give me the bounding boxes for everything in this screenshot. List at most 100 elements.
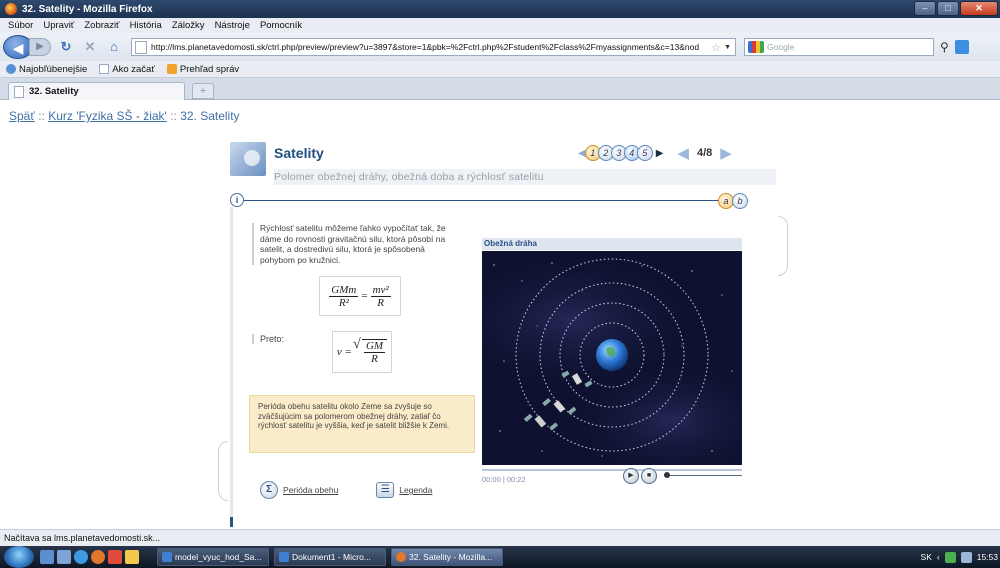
breadcrumb: Späť :: Kurz 'Fyzika SŠ - žiak' :: 32. S…: [9, 109, 240, 123]
preto-label: Preto:: [252, 334, 284, 344]
legend-button[interactable]: ☰ Legenda: [376, 481, 432, 499]
window-title: 32. Satelity - Mozilla Firefox: [22, 3, 153, 15]
menu-item-nastroje[interactable]: Nástroje: [215, 20, 250, 31]
start-button[interactable]: [4, 546, 34, 568]
menu-item-upravit[interactable]: Upraviť: [43, 20, 74, 31]
orbit-animation[interactable]: [482, 251, 742, 465]
info-icon[interactable]: i: [230, 193, 244, 207]
address-bar[interactable]: http://lms.planetavedomosti.sk/ctrl.php/…: [131, 38, 736, 56]
volume-slider[interactable]: [664, 475, 742, 476]
reload-icon[interactable]: ↻: [57, 38, 75, 56]
firefox-icon: [396, 552, 406, 562]
page-icon: [14, 85, 24, 98]
module-left-rail: [230, 207, 233, 525]
menu-bar: Súbor Upraviť Zobraziť História Záložky …: [0, 18, 1000, 33]
page-icon: [135, 40, 147, 54]
folder-icon[interactable]: [125, 550, 139, 564]
formula-denominator: R²: [338, 296, 349, 309]
sigma-icon: Σ: [260, 481, 278, 499]
taskbar-button-powerpoint[interactable]: model_vyuc_hod_Sa...: [157, 548, 269, 566]
module-title: Satelity: [274, 145, 324, 161]
menu-item-pomocnik[interactable]: Pomocník: [260, 20, 302, 31]
home-icon[interactable]: ⌂: [105, 38, 123, 56]
formula-sqrt: GM R: [353, 337, 388, 365]
formula-numerator: mv²: [370, 283, 391, 297]
playback-time: 00:00 | 00:22: [482, 475, 526, 484]
side-prev-tab[interactable]: [218, 441, 228, 501]
bookmark-label: Prehľad správ: [179, 63, 240, 75]
subtab-b[interactable]: b: [732, 193, 748, 209]
taskbar-button-word[interactable]: Dokument1 - Micro...: [274, 548, 386, 566]
screen-counter: 4/8: [696, 147, 713, 159]
search-icon[interactable]: ⚲: [940, 40, 949, 54]
side-next-tab[interactable]: [778, 216, 788, 276]
volume-knob[interactable]: [664, 472, 670, 478]
legend-button-label: Legenda: [399, 485, 433, 495]
menu-item-subor[interactable]: Súbor: [8, 20, 33, 31]
breadcrumb-course-link[interactable]: Kurz 'Fyzika SŠ - žiak': [48, 109, 167, 123]
network-icon[interactable]: [944, 551, 956, 563]
google-icon[interactable]: [748, 41, 764, 53]
switch-windows-icon[interactable]: [57, 550, 71, 564]
volume-icon[interactable]: [960, 551, 972, 563]
addon-icon[interactable]: [954, 40, 969, 54]
dropdown-icon[interactable]: ▼: [724, 44, 731, 51]
page-icon: [99, 64, 110, 74]
menu-item-historia[interactable]: História: [130, 20, 162, 31]
bookmark-prehlad-sprav[interactable]: Prehľad správ: [166, 63, 240, 75]
formula-numerator: GMm: [329, 283, 359, 297]
bookmark-najoblubenejsie[interactable]: Najobľúbenejšie: [6, 64, 87, 75]
timeline-track[interactable]: [482, 469, 742, 471]
tray-arrow-icon[interactable]: ‹: [937, 552, 940, 562]
powerpoint-icon: [162, 552, 172, 562]
module-subtitle: Polomer obežnej dráhy, obežná doba a rýc…: [274, 169, 776, 185]
firefox-icon[interactable]: [91, 550, 105, 564]
bookmark-icon: [6, 64, 16, 74]
formula-fraction: GMm R²: [329, 283, 359, 309]
next-screen-icon[interactable]: ▶: [720, 144, 732, 162]
close-button[interactable]: ✕: [960, 1, 998, 16]
breadcrumb-back-link[interactable]: Späť: [9, 109, 35, 123]
tab-title: 32. Satelity: [29, 86, 79, 97]
taskbar-button-label: Dokument1 - Micro...: [292, 552, 371, 562]
period-button[interactable]: Σ Perióda obehu: [260, 481, 338, 499]
play-button[interactable]: ▶: [623, 468, 639, 484]
formula-denominator: R: [371, 353, 378, 365]
url-text: http://lms.planetavedomosti.sk/ctrl.php/…: [151, 42, 700, 52]
stop-button[interactable]: ■: [641, 468, 657, 484]
bookmark-ako-zacat[interactable]: Ako začať: [99, 64, 155, 75]
minimize-button[interactable]: –: [914, 1, 936, 16]
formula-lhs: v =: [336, 346, 352, 358]
formula-equals: =: [361, 290, 368, 302]
bookmark-star-icon[interactable]: ☆: [711, 41, 721, 54]
period-button-label: Perióda obehu: [283, 485, 339, 495]
breadcrumb-current: 32. Satelity: [180, 109, 240, 123]
window-controls: – □ ✕: [914, 1, 998, 16]
maximize-button[interactable]: □: [937, 1, 959, 16]
forward-button[interactable]: ▶: [29, 38, 51, 56]
tab-satelity[interactable]: 32. Satelity: [8, 82, 185, 100]
module-logo-icon: [230, 142, 266, 176]
explanation-text: Rýchlosť satelitu môžeme ľahko vypočítať…: [252, 223, 462, 265]
taskbar-button-label: 32. Satelity - Mozilla...: [409, 552, 493, 562]
ie-icon[interactable]: [74, 550, 88, 564]
menu-item-zalozky[interactable]: Záložky: [172, 20, 205, 31]
pages-next-arrow-icon[interactable]: ▶: [656, 148, 664, 159]
stop-icon[interactable]: ✕: [81, 38, 99, 56]
quick-launch: [40, 550, 139, 564]
formula-fraction: mv² R: [370, 283, 391, 309]
language-indicator[interactable]: SK: [921, 552, 932, 562]
new-tab-button[interactable]: +: [192, 83, 214, 99]
rss-icon: [166, 64, 177, 74]
taskbar-button-firefox[interactable]: 32. Satelity - Mozilla...: [391, 548, 503, 566]
formula-fraction: GM R: [363, 340, 386, 365]
orbit-illustration: [482, 251, 742, 465]
window-titlebar: 32. Satelity - Mozilla Firefox – □ ✕: [0, 0, 1000, 18]
page-button-5[interactable]: 5: [636, 145, 653, 161]
show-desktop-icon[interactable]: [40, 550, 54, 564]
menu-item-zobrazit[interactable]: Zobraziť: [84, 20, 119, 31]
search-box[interactable]: Google: [744, 38, 934, 56]
previous-screen-icon[interactable]: ◀: [677, 144, 689, 162]
period-note: Perióda obehu satelitu okolo Zeme sa zvy…: [249, 395, 475, 453]
media-icon[interactable]: [108, 550, 122, 564]
